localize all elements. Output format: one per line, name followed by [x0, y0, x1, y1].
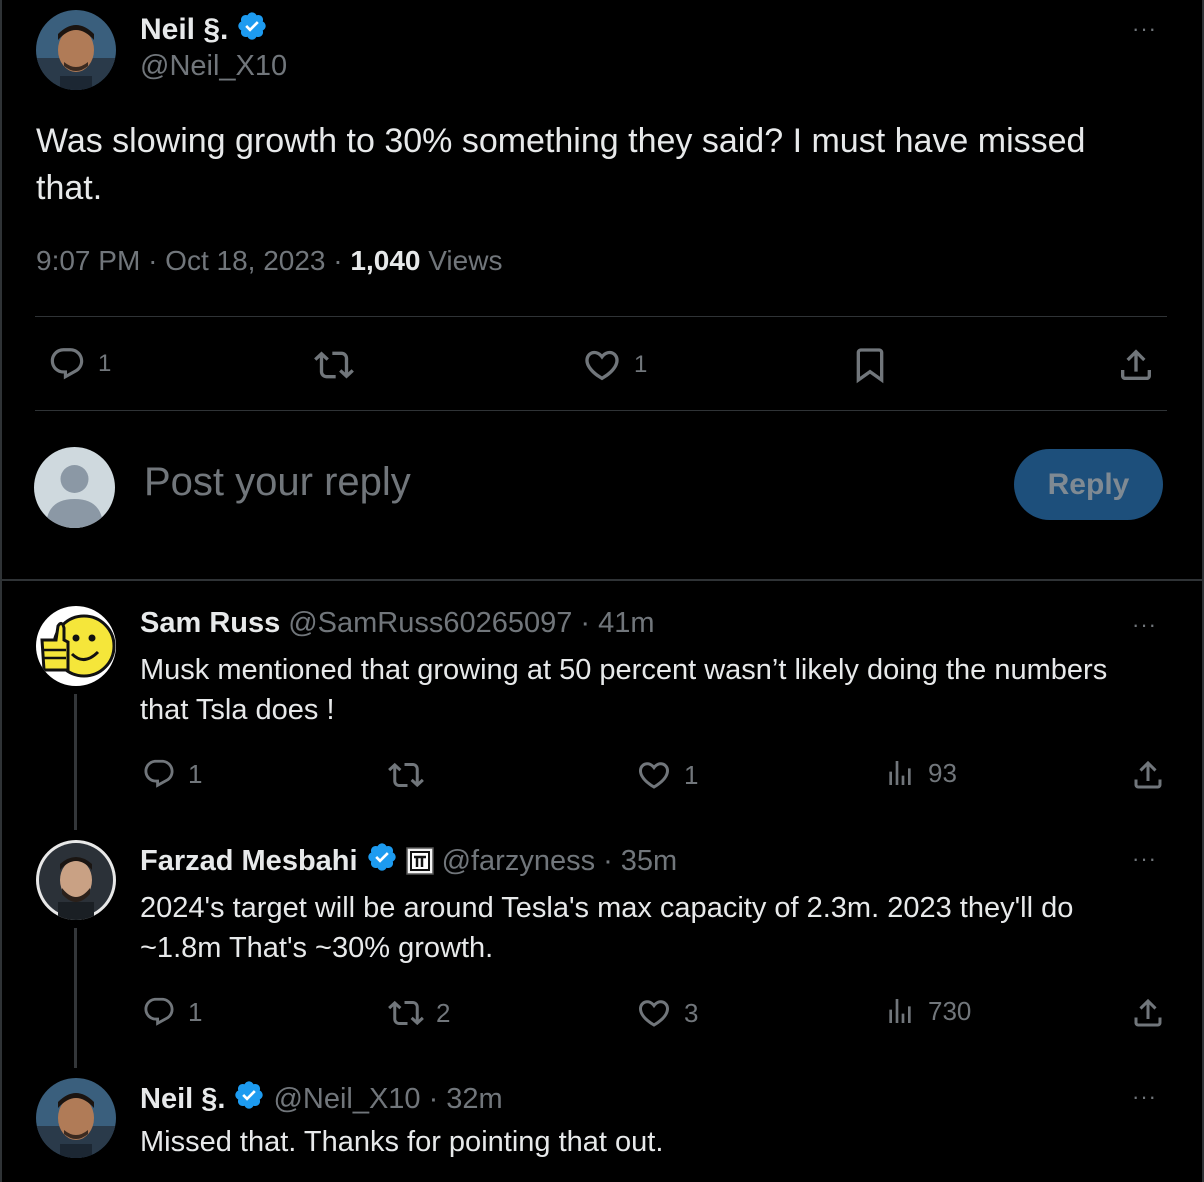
- more-icon[interactable]: ···: [1132, 848, 1157, 870]
- share-button[interactable]: [1116, 345, 1156, 385]
- reply-author-name[interactable]: Farzad Mesbahi: [140, 845, 358, 878]
- reply-text: Musk mentioned that growing at 50 percen…: [140, 654, 1108, 726]
- like-count: 3: [684, 997, 699, 1028]
- reply-time[interactable]: 41m: [598, 607, 654, 640]
- views-label: Views: [428, 245, 503, 276]
- repost-icon: [388, 762, 424, 788]
- reply-header: Sam Russ @SamRuss60265097 · 41m: [140, 607, 655, 640]
- reply-author-name[interactable]: Sam Russ: [140, 607, 280, 640]
- share-button[interactable]: [1130, 757, 1166, 793]
- reply-avatar[interactable]: [36, 840, 116, 920]
- reply-input[interactable]: Post your reply: [144, 460, 411, 505]
- reply-count: 1: [98, 350, 112, 377]
- current-user-avatar: [34, 447, 115, 528]
- like-button[interactable]: 1: [636, 757, 698, 793]
- bookmark-button[interactable]: [850, 345, 890, 385]
- share-icon: [1134, 998, 1162, 1027]
- repost-count: 2: [436, 997, 451, 1028]
- share-icon: [1134, 760, 1162, 789]
- repost-icon: [388, 1000, 424, 1026]
- author-name-text[interactable]: Neil §.: [140, 13, 228, 47]
- divider: [35, 316, 1167, 317]
- author-name[interactable]: Neil §.: [140, 10, 268, 50]
- tweet-date[interactable]: Oct 18, 2023: [165, 245, 325, 276]
- more-icon[interactable]: ···: [1132, 1086, 1157, 1108]
- more-icon[interactable]: ···: [1132, 18, 1157, 40]
- affiliate-badge-icon[interactable]: [405, 847, 434, 875]
- meta-sep: ·: [148, 245, 158, 276]
- reply-time[interactable]: 32m: [446, 1083, 502, 1116]
- like-count: 1: [634, 351, 648, 378]
- frame-border-left: [0, 0, 2, 1182]
- author-handle[interactable]: @Neil_X10: [140, 50, 287, 83]
- repost-button[interactable]: [314, 345, 354, 385]
- header-sep: ·: [428, 1082, 439, 1115]
- reply-author-name[interactable]: Neil §.: [140, 1083, 225, 1116]
- reply-icon: [50, 348, 84, 380]
- share-button[interactable]: [1130, 995, 1166, 1031]
- repost-icon: [314, 351, 354, 379]
- reply-avatar[interactable]: [36, 606, 116, 686]
- more-icon[interactable]: ···: [1132, 614, 1157, 636]
- author-avatar[interactable]: [36, 10, 116, 90]
- reply-header: Farzad Mesbahi @farzyness · 35m: [140, 841, 677, 881]
- reply-count: 1: [188, 996, 203, 1027]
- like-button[interactable]: 1: [582, 345, 647, 385]
- views-count: 93: [928, 757, 957, 788]
- reply-icon: [144, 997, 174, 1026]
- reply-time[interactable]: 35m: [621, 845, 677, 878]
- reply-text: 2024's target will be around Tesla's max…: [140, 892, 1074, 964]
- verified-badge-icon: [366, 841, 398, 881]
- reply-avatar[interactable]: [36, 1078, 116, 1158]
- like-count: 1: [684, 759, 699, 790]
- reply-button[interactable]: 1: [142, 995, 202, 1029]
- verified-badge-icon: [233, 1079, 265, 1119]
- divider: [35, 410, 1167, 411]
- bookmark-icon: [856, 348, 884, 384]
- reply-text: Missed that. Thanks for pointing that ou…: [140, 1126, 664, 1158]
- views-count: 1,040: [350, 245, 421, 276]
- section-divider: [0, 579, 1204, 581]
- views-count: 730: [928, 995, 972, 1026]
- views-icon: [889, 999, 911, 1023]
- tweet-time[interactable]: 9:07 PM: [36, 245, 140, 276]
- thread-line: [74, 928, 77, 1068]
- like-icon: [585, 350, 619, 381]
- header-sep: ·: [603, 844, 613, 877]
- like-icon: [638, 762, 670, 789]
- like-button[interactable]: 3: [636, 995, 698, 1031]
- reply-header: Neil §. @Neil_X10 · 32m: [140, 1079, 503, 1119]
- reply-button[interactable]: 1: [142, 757, 202, 791]
- reply-author-handle[interactable]: @farzyness: [442, 845, 596, 878]
- repost-button[interactable]: 2: [388, 995, 450, 1031]
- thread-line: [74, 694, 77, 830]
- reply-author-handle[interactable]: @Neil_X10: [273, 1083, 420, 1116]
- reply-submit-button[interactable]: Reply: [1014, 449, 1163, 520]
- verified-badge-icon: [236, 10, 268, 50]
- reply-count: 1: [188, 758, 203, 789]
- views-button[interactable]: 730: [884, 995, 971, 1027]
- tweet-text: Was slowing growth to 30% something they…: [36, 122, 1086, 207]
- reply-icon: [144, 759, 174, 788]
- reply-button[interactable]: 1: [48, 345, 111, 383]
- views-button[interactable]: 93: [884, 757, 957, 789]
- reply-author-handle[interactable]: @SamRuss60265097: [288, 607, 572, 640]
- repost-button[interactable]: [388, 757, 436, 793]
- tweet-meta: 9:07 PM · Oct 18, 2023 · 1,040 Views: [36, 245, 502, 277]
- views-icon: [889, 761, 911, 785]
- share-icon: [1121, 349, 1151, 380]
- header-sep: ·: [580, 607, 591, 639]
- meta-sep: ·: [333, 245, 343, 276]
- like-icon: [638, 1000, 670, 1027]
